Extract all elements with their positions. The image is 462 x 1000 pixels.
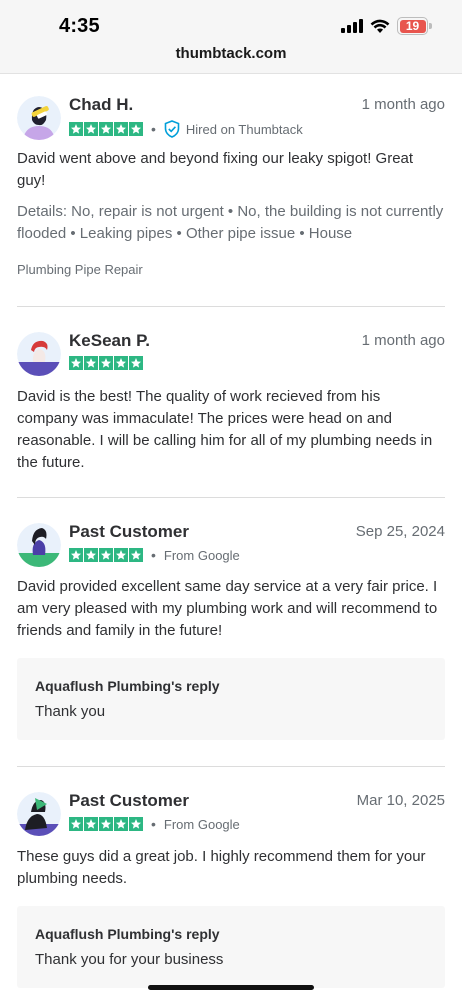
reviewer-name[interactable]: KeSean P.	[69, 331, 150, 351]
cellular-signal-icon	[341, 19, 363, 33]
star-icon	[129, 356, 143, 370]
star-icon	[114, 122, 128, 136]
avatar	[17, 792, 61, 836]
review-details: Details: No, repair is not urgent • No, …	[17, 203, 444, 242]
reply-text: Thank you	[35, 703, 106, 720]
star-icon	[84, 356, 98, 370]
star-icon	[99, 356, 113, 370]
status-icons: 19	[341, 17, 432, 35]
separator-dot: •	[151, 547, 156, 563]
url-bar[interactable]: thumbtack.com	[0, 45, 462, 62]
business-reply: Aquaflush Plumbing's reply Thank you for…	[17, 906, 445, 988]
reviewer-name[interactable]: Past Customer	[69, 791, 189, 811]
review-source: From Google	[163, 547, 240, 563]
review-date: 1 month ago	[361, 96, 445, 113]
star-rating	[69, 548, 143, 562]
hired-badge: Hired on Thumbtack	[185, 121, 303, 137]
star-icon	[69, 548, 83, 562]
star-rating	[69, 817, 143, 831]
review-date: Sep 25, 2024	[355, 523, 445, 540]
rating-row: • From Google	[69, 547, 240, 563]
star-icon	[69, 356, 83, 370]
business-reply: Aquaflush Plumbing's reply Thank you	[17, 658, 445, 740]
verified-shield-icon	[164, 120, 180, 138]
reply-text: Thank you for your business	[35, 951, 224, 968]
review-source: From Google	[163, 816, 240, 832]
reviewer-name[interactable]: Past Customer	[69, 522, 189, 542]
avatar	[17, 523, 61, 567]
reviewer-name[interactable]: Chad H.	[69, 95, 133, 115]
avatar	[17, 332, 61, 376]
separator-dot: •	[151, 121, 156, 137]
star-rating	[69, 356, 143, 370]
divider	[17, 497, 445, 498]
star-icon	[114, 356, 128, 370]
home-indicator[interactable]	[148, 985, 314, 990]
wifi-icon	[370, 19, 390, 33]
rating-row	[69, 356, 143, 370]
review-text: David went above and beyond fixing our l…	[17, 150, 414, 189]
separator-dot: •	[151, 816, 156, 832]
browser-chrome: 4:35 19 thumbtack.com	[0, 0, 462, 74]
star-icon	[114, 817, 128, 831]
rating-row: • From Google	[69, 816, 240, 832]
review-text: David is the best! The quality of work r…	[17, 388, 433, 471]
battery-level: 19	[399, 19, 426, 33]
star-icon	[129, 548, 143, 562]
reply-title: Aquaflush Plumbing's reply	[35, 678, 220, 694]
avatar	[17, 96, 61, 140]
review-date: Mar 10, 2025	[356, 792, 445, 809]
reply-title: Aquaflush Plumbing's reply	[35, 926, 220, 942]
star-icon	[114, 548, 128, 562]
review-text: These guys did a great job. I highly rec…	[17, 848, 426, 887]
divider	[17, 306, 445, 307]
star-icon	[84, 122, 98, 136]
star-icon	[99, 817, 113, 831]
star-icon	[99, 548, 113, 562]
review-text: David provided excellent same day servic…	[17, 578, 438, 639]
star-icon	[84, 817, 98, 831]
star-icon	[69, 817, 83, 831]
battery-icon: 19	[397, 17, 432, 35]
star-icon	[129, 122, 143, 136]
star-icon	[84, 548, 98, 562]
star-icon	[99, 122, 113, 136]
review-date: 1 month ago	[361, 332, 445, 349]
rating-row: • Hired on Thumbtack	[69, 120, 303, 138]
star-icon	[69, 122, 83, 136]
status-time: 4:35	[59, 15, 100, 37]
star-icon	[129, 817, 143, 831]
service-tag: Plumbing Pipe Repair	[17, 262, 143, 277]
divider	[17, 766, 445, 767]
star-rating	[69, 122, 143, 136]
